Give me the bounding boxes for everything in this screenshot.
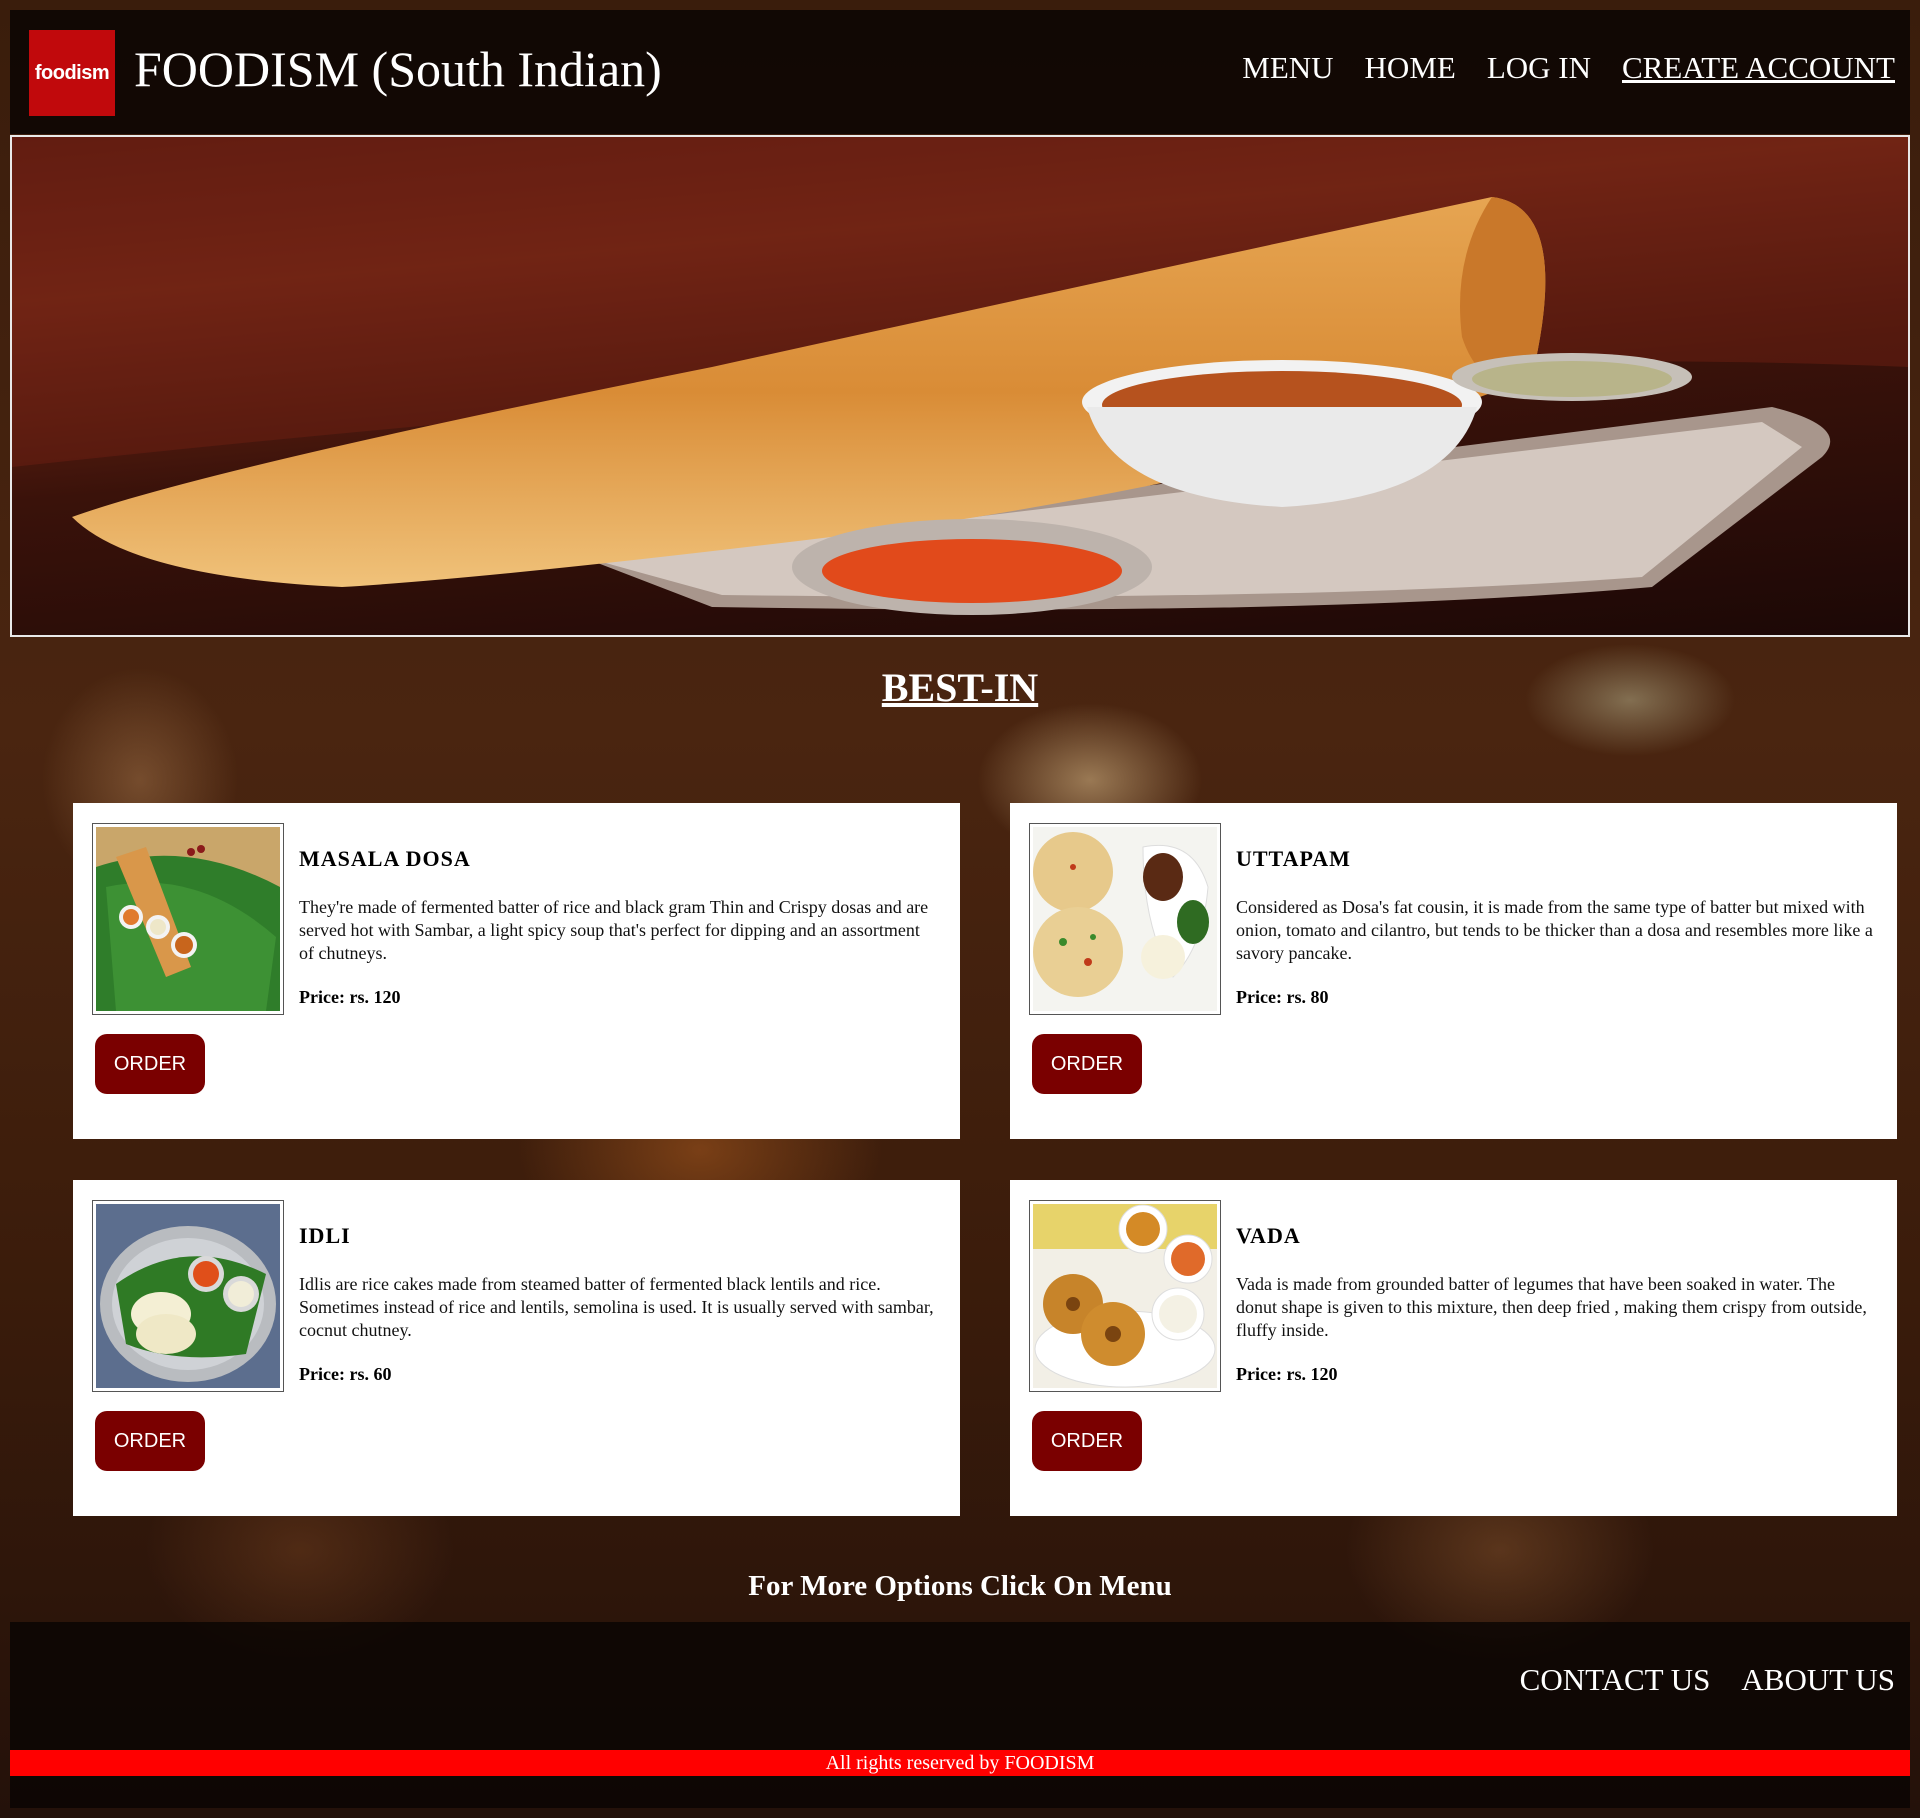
dish-price: Price: rs. 120 <box>299 987 401 1007</box>
masala-dosa-photo <box>92 823 284 1015</box>
idli-photo <box>92 1200 284 1392</box>
dish-description: Idlis are rice cakes made from steamed b… <box>299 1274 934 1340</box>
dish-name: VADA <box>1236 1223 1301 1248</box>
dish-price: Price: rs. 120 <box>1236 1364 1338 1384</box>
nav-log-in[interactable]: LOG IN <box>1487 50 1591 86</box>
dish-card-uttapam: UTTAPAM Considered as Dosa's fat cousin,… <box>1010 803 1897 1139</box>
dish-name: IDLI <box>299 1223 351 1248</box>
uttapam-illustration <box>1033 827 1217 1011</box>
vada-photo <box>1029 1200 1221 1392</box>
dish-name: MASALA DOSA <box>299 846 471 871</box>
order-button-vada[interactable]: ORDER <box>1032 1411 1142 1471</box>
more-options-text: For More Options Click On Menu <box>748 1570 1172 1602</box>
dish-price: Price: rs. 60 <box>299 1364 392 1384</box>
nav-home[interactable]: HOME <box>1365 50 1456 86</box>
dish-name: UTTAPAM <box>1236 846 1351 871</box>
dish-card-masala-dosa: MASALA DOSA They're made of fermented ba… <box>73 803 960 1139</box>
dosa-hero-image <box>10 135 1910 637</box>
foodism-logo[interactable]: foodism <box>29 30 115 116</box>
section-title-best-in: BEST-IN <box>881 665 1039 710</box>
site-header: foodism FOODISM (South Indian) MENU HOME… <box>10 10 1910 134</box>
page: foodism FOODISM (South Indian) MENU HOME… <box>10 10 1910 1808</box>
dish-price: Price: rs. 80 <box>1236 987 1329 1007</box>
footer-nav: CONTACT US ABOUT US <box>1520 1662 1895 1698</box>
nav-menu[interactable]: MENU <box>1242 50 1333 86</box>
nav-create-account[interactable]: CREATE ACCOUNT <box>1622 50 1895 86</box>
footer-about-us[interactable]: ABOUT US <box>1741 1662 1895 1698</box>
dish-description: Vada is made from grounded batter of leg… <box>1236 1274 1867 1340</box>
order-button-uttapam[interactable]: ORDER <box>1032 1034 1142 1094</box>
idli-illustration <box>96 1204 280 1388</box>
site-footer: CONTACT US ABOUT US All rights reserved … <box>10 1622 1910 1808</box>
footer-contact-us[interactable]: CONTACT US <box>1520 1662 1711 1698</box>
vada-illustration <box>1033 1204 1217 1388</box>
order-button-masala-dosa[interactable]: ORDER <box>95 1034 205 1094</box>
dosa-hero-illustration <box>12 137 1908 615</box>
copyright-bar: All rights reserved by FOODISM <box>10 1750 1910 1776</box>
uttapam-photo <box>1029 823 1221 1015</box>
masala-dosa-illustration <box>96 827 280 1011</box>
dish-description: Considered as Dosa's fat cousin, it is m… <box>1236 897 1873 963</box>
main-nav: MENU HOME LOG IN CREATE ACCOUNT <box>1242 50 1895 86</box>
order-button-idli[interactable]: ORDER <box>95 1411 205 1471</box>
dish-card-idli: IDLI Idlis are rice cakes made from stea… <box>73 1180 960 1516</box>
dish-card-vada: VADA Vada is made from grounded batter o… <box>1010 1180 1897 1516</box>
dish-description: They're made of fermented batter of rice… <box>299 897 929 963</box>
site-title: FOODISM (South Indian) <box>134 41 662 97</box>
